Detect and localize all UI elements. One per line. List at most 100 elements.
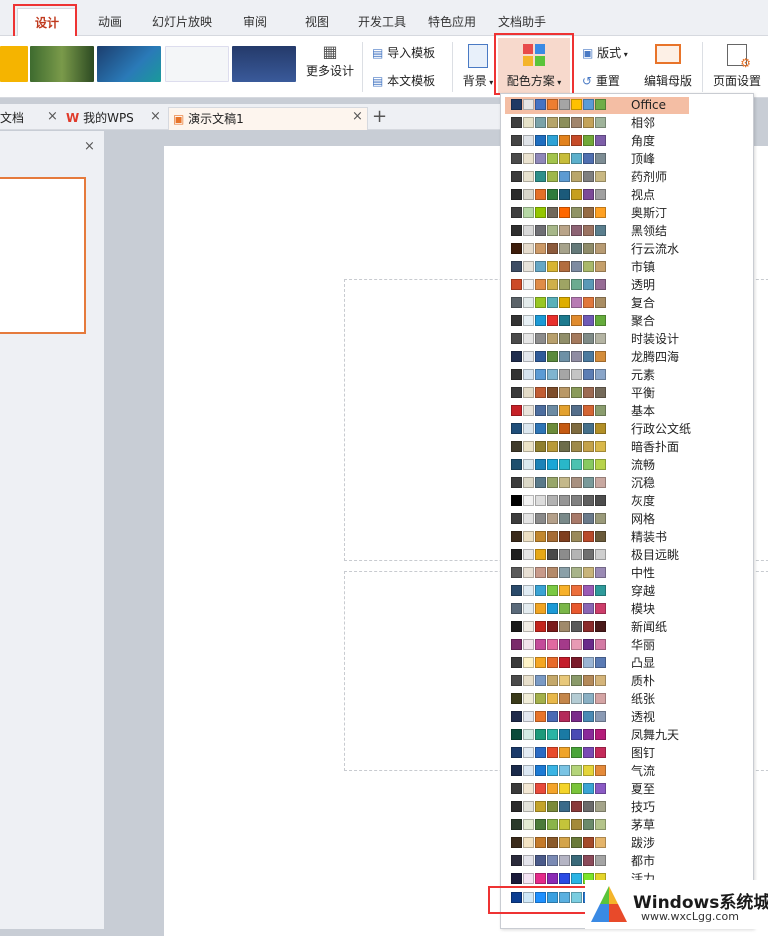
color-swatch bbox=[595, 405, 606, 416]
color-swatch bbox=[547, 873, 558, 884]
tab-animation[interactable]: 动画 bbox=[98, 8, 122, 36]
color-swatch bbox=[547, 333, 558, 344]
color-swatch bbox=[583, 387, 594, 398]
color-scheme-item[interactable]: 夏至 bbox=[505, 781, 689, 798]
color-scheme-item[interactable]: 穿越 bbox=[505, 583, 689, 600]
color-scheme-item[interactable]: 纸张 bbox=[505, 691, 689, 708]
color-scheme-item[interactable]: 技巧 bbox=[505, 799, 689, 816]
color-scheme-item[interactable]: 暗香扑面 bbox=[505, 439, 689, 456]
color-swatch bbox=[535, 117, 546, 128]
slide-thumbnail-1[interactable] bbox=[0, 177, 86, 334]
color-scheme-item[interactable]: 凤舞九天 bbox=[505, 727, 689, 744]
design-thumbnail-3[interactable] bbox=[97, 46, 161, 82]
color-swatch bbox=[535, 873, 546, 884]
design-thumbnail-4[interactable] bbox=[165, 46, 229, 82]
color-swatch bbox=[511, 873, 522, 884]
color-scheme-item[interactable]: 流畅 bbox=[505, 457, 689, 474]
color-scheme-item[interactable]: 行政公文纸 bbox=[505, 421, 691, 438]
tab-view[interactable]: 视图 bbox=[305, 8, 329, 36]
page-setup-button[interactable]: ⚙ 页面设置 bbox=[708, 44, 766, 89]
close-pane-icon[interactable]: × bbox=[84, 139, 95, 154]
color-scheme-button[interactable]: 配色方案 ▾ bbox=[498, 38, 570, 94]
layout-button[interactable]: ▣ 版式 ▾ bbox=[582, 44, 628, 61]
color-scheme-item[interactable]: 龙腾四海 bbox=[505, 349, 689, 366]
color-scheme-item[interactable]: 中性 bbox=[505, 565, 689, 582]
close-icon[interactable]: × bbox=[352, 109, 363, 124]
color-scheme-item[interactable]: 模块 bbox=[505, 601, 689, 618]
color-swatch bbox=[559, 729, 570, 740]
color-scheme-item[interactable]: 奥斯汀 bbox=[505, 205, 689, 222]
color-scheme-item[interactable]: 图钉 bbox=[505, 745, 689, 762]
color-scheme-item[interactable]: 透明 bbox=[505, 277, 689, 294]
color-scheme-item[interactable]: 市镇 bbox=[505, 259, 689, 276]
color-scheme-item[interactable]: 透视 bbox=[505, 709, 689, 726]
background-button[interactable]: 背景 ▾ bbox=[459, 44, 497, 89]
reset-button[interactable]: ↺ 重置 bbox=[582, 72, 620, 89]
more-design-button[interactable]: ▦ 更多设计 bbox=[305, 42, 355, 79]
color-swatch bbox=[571, 315, 582, 326]
new-tab-button[interactable]: + bbox=[372, 106, 387, 127]
tab-slideshow[interactable]: 幻灯片放映 bbox=[152, 8, 212, 36]
color-swatch bbox=[535, 405, 546, 416]
color-scheme-item[interactable]: 平衡 bbox=[505, 385, 689, 402]
color-scheme-item[interactable]: 精装书 bbox=[505, 529, 689, 546]
design-thumbnail-2[interactable] bbox=[30, 46, 94, 82]
import-template-button[interactable]: ▤ 导入模板 bbox=[372, 44, 435, 61]
color-swatch bbox=[595, 243, 606, 254]
color-swatch bbox=[511, 333, 522, 344]
tab-developer[interactable]: 开发工具 bbox=[358, 8, 406, 36]
design-thumbnail-5[interactable] bbox=[232, 46, 296, 82]
color-scheme-item[interactable]: 视点 bbox=[505, 187, 689, 204]
color-swatch bbox=[583, 171, 594, 182]
text-template-button[interactable]: ▤ 本文模板 bbox=[372, 72, 435, 89]
color-scheme-item[interactable]: 网格 bbox=[505, 511, 689, 528]
color-swatch bbox=[535, 711, 546, 722]
close-icon[interactable]: × bbox=[150, 109, 161, 124]
color-scheme-item[interactable]: 顶峰 bbox=[505, 151, 689, 168]
swatch-group bbox=[511, 243, 606, 254]
swatch-group bbox=[511, 567, 606, 578]
close-icon[interactable]: × bbox=[47, 109, 58, 124]
color-scheme-item[interactable]: 凸显 bbox=[505, 655, 689, 672]
tab-design[interactable]: 设计 bbox=[17, 8, 77, 36]
color-swatch bbox=[583, 549, 594, 560]
color-scheme-item[interactable]: 都市 bbox=[505, 853, 689, 870]
color-scheme-item[interactable]: 相邻 bbox=[505, 115, 689, 132]
color-scheme-item[interactable]: 聚合 bbox=[505, 313, 689, 330]
color-scheme-item[interactable]: 气流 bbox=[505, 763, 689, 780]
color-scheme-item[interactable]: 时装设计 bbox=[505, 331, 689, 348]
color-scheme-name: 纸张 bbox=[631, 692, 656, 706]
color-scheme-item[interactable]: 茅草 bbox=[505, 817, 689, 834]
color-scheme-item[interactable]: 行云流水 bbox=[505, 241, 689, 258]
color-scheme-item[interactable]: 新闻纸 bbox=[505, 619, 689, 636]
color-scheme-item[interactable]: 质朴 bbox=[505, 673, 689, 690]
design-thumbnail-1[interactable] bbox=[0, 46, 28, 82]
color-scheme-item[interactable]: 极目远眺 bbox=[505, 547, 689, 564]
doc-tab-my-wps[interactable]: W 我的WPS bbox=[66, 107, 162, 130]
color-scheme-item[interactable]: 元素 bbox=[505, 367, 689, 384]
color-scheme-item[interactable]: 跋涉 bbox=[505, 835, 689, 852]
color-scheme-item[interactable]: 药剂师 bbox=[505, 169, 689, 186]
doc-tab-presentation[interactable]: ▣ 演示文稿1 bbox=[168, 107, 368, 130]
color-swatch bbox=[523, 801, 534, 812]
color-swatch bbox=[523, 135, 534, 146]
color-scheme-item[interactable]: Office bbox=[505, 97, 689, 114]
tab-doc-assistant[interactable]: 文档助手 bbox=[498, 8, 546, 36]
edit-master-button[interactable]: 编辑母版 bbox=[642, 44, 694, 89]
color-scheme-item[interactable]: 灰度 bbox=[505, 493, 689, 510]
color-swatch bbox=[559, 711, 570, 722]
color-scheme-item[interactable]: 复合 bbox=[505, 295, 689, 312]
color-swatch bbox=[547, 189, 558, 200]
color-scheme-item[interactable]: 华丽 bbox=[505, 637, 689, 654]
color-swatch bbox=[523, 441, 534, 452]
tab-review[interactable]: 审阅 bbox=[243, 8, 267, 36]
swatch-group bbox=[511, 171, 606, 182]
swatch-group bbox=[511, 801, 606, 812]
tab-special[interactable]: 特色应用 bbox=[428, 8, 476, 36]
color-swatch bbox=[511, 477, 522, 488]
color-scheme-item[interactable]: 沉稳 bbox=[505, 475, 689, 492]
color-scheme-item[interactable]: 黑领结 bbox=[505, 223, 689, 240]
swatch-group bbox=[511, 495, 606, 506]
color-scheme-item[interactable]: 角度 bbox=[505, 133, 689, 150]
color-scheme-item[interactable]: 基本 bbox=[505, 403, 689, 420]
